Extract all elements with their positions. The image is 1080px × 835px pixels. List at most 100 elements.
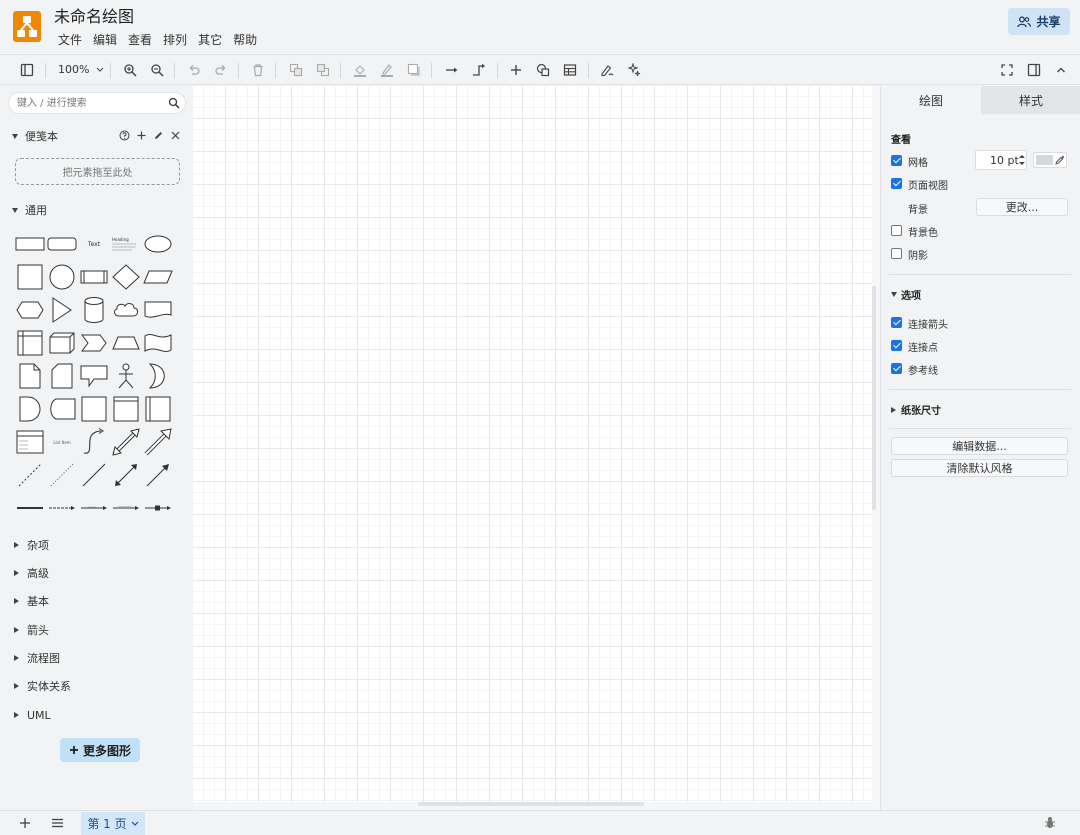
scratchpad-header[interactable]: 便笺本 bbox=[12, 128, 58, 144]
line-color-icon[interactable] bbox=[378, 61, 396, 79]
background-color-checkbox[interactable] bbox=[891, 225, 902, 236]
change-background-button[interactable]: 更改... bbox=[976, 198, 1068, 216]
shape-delay[interactable] bbox=[14, 393, 46, 425]
grid-checkbox[interactable] bbox=[891, 155, 902, 166]
shape-ellipse[interactable] bbox=[142, 228, 174, 260]
menu-arrange[interactable]: 排列 bbox=[163, 32, 187, 48]
category-advanced[interactable]: 高级 bbox=[14, 565, 49, 581]
shape-process[interactable] bbox=[78, 261, 110, 293]
shape-connector-with-symbol[interactable] bbox=[142, 492, 174, 524]
shape-rectangle[interactable] bbox=[14, 228, 46, 260]
close-icon[interactable] bbox=[170, 130, 181, 141]
shape-cube[interactable] bbox=[46, 327, 78, 359]
shape-thick-link[interactable] bbox=[14, 492, 46, 524]
to-back-icon[interactable] bbox=[314, 61, 332, 79]
shape-cloud[interactable] bbox=[110, 294, 142, 326]
vertical-scrollbar[interactable] bbox=[872, 286, 876, 510]
menu-help[interactable]: 帮助 bbox=[233, 32, 257, 48]
search-input[interactable] bbox=[17, 96, 167, 111]
format-icon[interactable] bbox=[598, 61, 616, 79]
debug-icon[interactable] bbox=[1041, 814, 1059, 832]
shape-curve[interactable] bbox=[78, 426, 110, 458]
shape-arrow[interactable] bbox=[142, 426, 174, 458]
insert-icon[interactable] bbox=[507, 61, 525, 79]
grid-color-swatch[interactable] bbox=[1033, 152, 1067, 168]
redo-icon[interactable] bbox=[212, 61, 230, 79]
waypoints-icon[interactable] bbox=[470, 61, 488, 79]
share-button[interactable]: 共享 bbox=[1008, 8, 1070, 35]
shape-internal-storage[interactable] bbox=[14, 327, 46, 359]
shape-actor[interactable] bbox=[110, 360, 142, 392]
table-icon[interactable] bbox=[561, 61, 579, 79]
category-uml[interactable]: UML bbox=[14, 707, 51, 723]
horizontal-scrollbar[interactable] bbox=[418, 802, 644, 806]
paper-size-section-header[interactable]: 纸张尺寸 bbox=[891, 402, 941, 417]
shape-line[interactable] bbox=[78, 459, 110, 491]
format-panel-icon[interactable] bbox=[1025, 61, 1043, 79]
help-icon[interactable] bbox=[119, 130, 130, 141]
shape-dotted-line[interactable] bbox=[46, 459, 78, 491]
shape-swimlane[interactable] bbox=[142, 393, 174, 425]
shape-labeled-connector[interactable] bbox=[110, 492, 142, 524]
shape-hexagon[interactable] bbox=[14, 294, 46, 326]
shape-triangle[interactable] bbox=[46, 294, 78, 326]
shape-note[interactable] bbox=[14, 360, 46, 392]
shape-square[interactable] bbox=[14, 261, 46, 293]
document-title[interactable]: 未命名绘图 bbox=[54, 7, 134, 27]
shapes-icon[interactable] bbox=[534, 61, 552, 79]
stepper-icon[interactable] bbox=[1018, 153, 1026, 167]
zoom-dropdown[interactable]: 100% bbox=[58, 63, 104, 77]
shape-list[interactable] bbox=[14, 426, 46, 458]
tab-style[interactable]: 样式 bbox=[981, 86, 1080, 114]
drawing-canvas[interactable] bbox=[193, 86, 872, 802]
menu-file[interactable]: 文件 bbox=[58, 32, 82, 48]
grid-size-input[interactable]: 10 pt bbox=[975, 150, 1027, 170]
zoom-in-icon[interactable] bbox=[121, 61, 139, 79]
connect-arrows-checkbox[interactable] bbox=[891, 317, 902, 328]
shape-list-item[interactable]: List Item bbox=[46, 426, 78, 458]
menu-view[interactable]: 查看 bbox=[128, 32, 152, 48]
shape-diamond[interactable] bbox=[110, 261, 142, 293]
shape-dashed-arrow[interactable] bbox=[46, 492, 78, 524]
shadow-checkbox[interactable] bbox=[891, 248, 902, 259]
page-view-checkbox[interactable] bbox=[891, 178, 902, 189]
menu-extras[interactable]: 其它 bbox=[198, 32, 222, 48]
guides-checkbox[interactable] bbox=[891, 363, 902, 374]
category-flowchart[interactable]: 流程图 bbox=[14, 650, 60, 666]
search-icon[interactable] bbox=[168, 97, 180, 109]
delete-icon[interactable] bbox=[249, 61, 267, 79]
connection-icon[interactable] bbox=[443, 61, 461, 79]
fullscreen-icon[interactable] bbox=[998, 61, 1016, 79]
shape-circle[interactable] bbox=[46, 261, 78, 293]
tab-diagram[interactable]: 绘图 bbox=[881, 86, 981, 114]
magic-icon[interactable] bbox=[625, 61, 643, 79]
shape-document[interactable] bbox=[142, 294, 174, 326]
options-section-header[interactable]: 选项 bbox=[891, 287, 921, 302]
to-front-icon[interactable] bbox=[287, 61, 305, 79]
edit-icon[interactable] bbox=[153, 130, 164, 141]
zoom-out-icon[interactable] bbox=[148, 61, 166, 79]
category-misc[interactable]: 杂项 bbox=[14, 537, 49, 553]
shape-or[interactable] bbox=[142, 360, 174, 392]
add-icon[interactable] bbox=[136, 130, 147, 141]
category-entity-relation[interactable]: 实体关系 bbox=[14, 678, 71, 694]
connection-points-checkbox[interactable] bbox=[891, 340, 902, 351]
menu-edit[interactable]: 编辑 bbox=[93, 32, 117, 48]
shape-step[interactable] bbox=[78, 327, 110, 359]
general-header[interactable]: 通用 bbox=[12, 202, 47, 218]
add-page-icon[interactable] bbox=[16, 814, 34, 832]
shape-frame-square[interactable] bbox=[78, 393, 110, 425]
page-tab-1[interactable]: 第 1 页 bbox=[81, 812, 145, 835]
shape-container[interactable] bbox=[110, 393, 142, 425]
shape-display[interactable] bbox=[46, 393, 78, 425]
category-arrows[interactable]: 箭头 bbox=[14, 622, 49, 638]
undo-icon[interactable] bbox=[185, 61, 203, 79]
shadow-icon[interactable] bbox=[405, 61, 423, 79]
shape-text[interactable]: Text bbox=[78, 228, 110, 260]
scratchpad-dropzone[interactable]: 把元素拖至此处 bbox=[15, 158, 180, 185]
shape-labeled-arrow[interactable] bbox=[78, 492, 110, 524]
shape-tape[interactable] bbox=[142, 327, 174, 359]
shape-parallelogram[interactable] bbox=[142, 261, 174, 293]
category-basic[interactable]: 基本 bbox=[14, 593, 49, 609]
pages-menu-icon[interactable] bbox=[48, 814, 66, 832]
